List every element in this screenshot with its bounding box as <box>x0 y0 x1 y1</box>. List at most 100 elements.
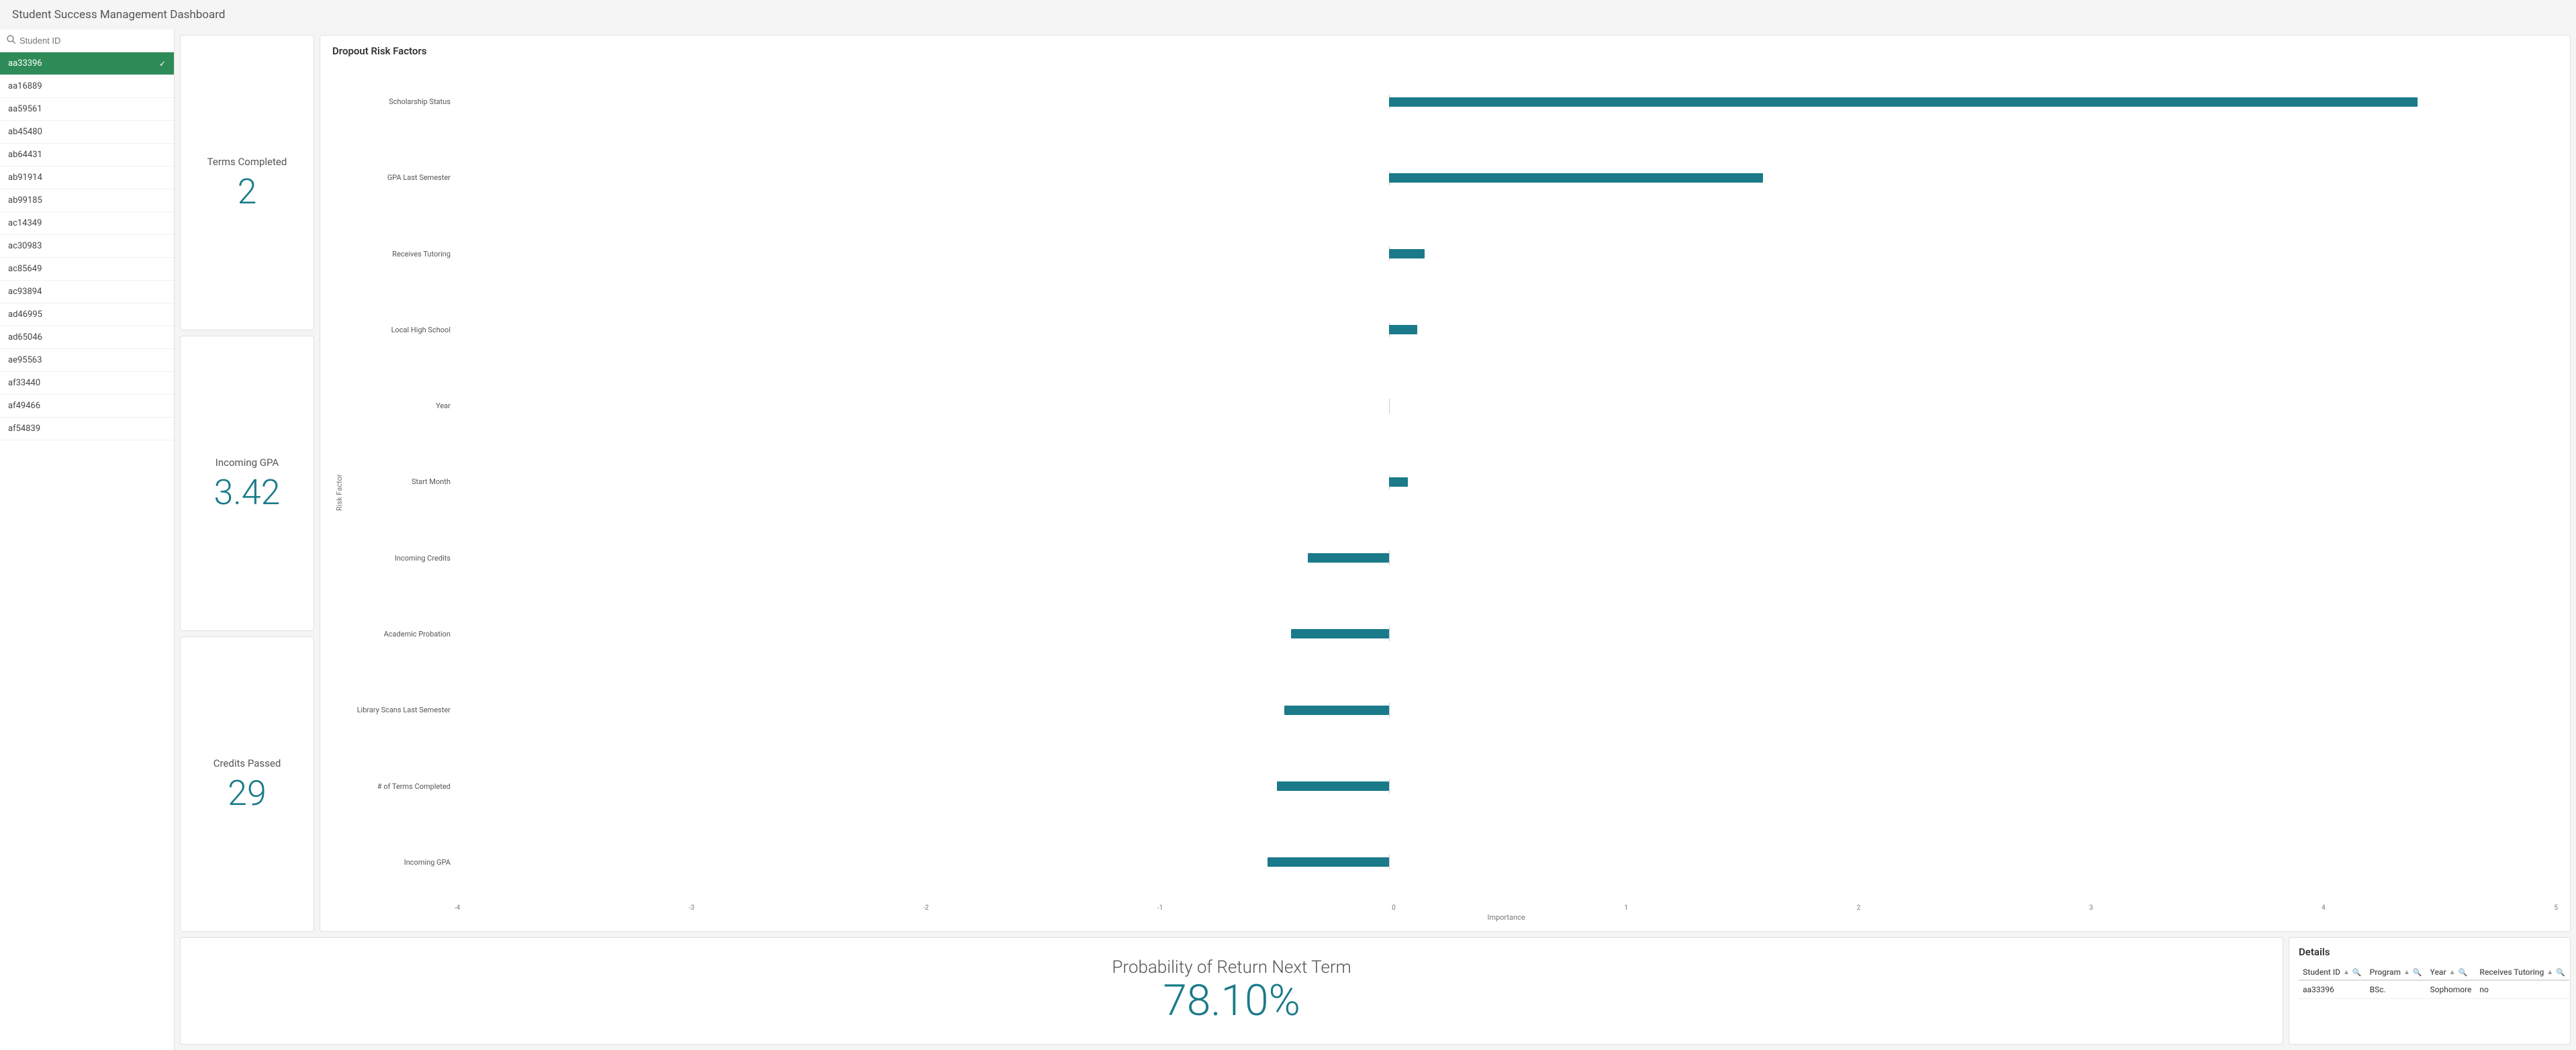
sort-icon[interactable]: ▲ <box>2449 969 2456 976</box>
column-label: Student ID <box>2303 967 2340 977</box>
details-column-header: Receives Tutoring▲🔍 <box>2475 965 2569 980</box>
sidebar-item-ab64431[interactable]: ab64431 <box>0 144 174 166</box>
credits-passed-card: Credits Passed 29 <box>180 636 314 932</box>
bar-track <box>455 703 2558 718</box>
bar-track <box>455 95 2558 109</box>
sidebar-item-af33440[interactable]: af33440 <box>0 372 174 395</box>
sidebar-item-aa16889[interactable]: aa16889 <box>0 75 174 98</box>
student-id-label: af54839 <box>8 424 40 434</box>
sidebar-item-ab45480[interactable]: ab45480 <box>0 121 174 144</box>
bar-row: Academic Probation <box>346 626 2558 641</box>
sort-icon[interactable]: ▲ <box>2403 969 2410 976</box>
terms-completed-value: 2 <box>238 175 257 209</box>
sidebar-item-ac93894[interactable]: ac93894 <box>0 281 174 303</box>
sidebar-item-ae95563[interactable]: ae95563 <box>0 349 174 372</box>
content-area: Terms Completed 2 Incoming GPA 3.42 Cred… <box>175 30 2576 1050</box>
search-th-icon[interactable]: 🔍 <box>2413 968 2422 977</box>
bar-fill <box>1291 629 1389 638</box>
bar-fill <box>1389 97 2418 107</box>
x-axis: -4-3-2-1012345 <box>346 900 2558 912</box>
bar-track <box>455 551 2558 565</box>
search-th-icon[interactable]: 🔍 <box>2556 968 2565 977</box>
sidebar-item-ac30983[interactable]: ac30983 <box>0 235 174 258</box>
bar-fill <box>1277 781 1389 791</box>
sidebar-item-ad46995[interactable]: ad46995 <box>0 303 174 326</box>
incoming-gpa-card: Incoming GPA 3.42 <box>180 336 314 631</box>
bar-fill <box>1389 249 1424 258</box>
sidebar-item-af54839[interactable]: af54839 <box>0 418 174 440</box>
stat-cards: Terms Completed 2 Incoming GPA 3.42 Cred… <box>180 35 314 932</box>
bars-area: Scholarship StatusGPA Last SemesterRecei… <box>346 64 2558 900</box>
details-column-header: Program▲🔍 <box>2366 965 2426 980</box>
table-row: aa33396BSc.Sophomoreno <box>2299 980 2569 999</box>
details-title: Details <box>2299 946 2561 958</box>
sidebar-item-ac85649[interactable]: ac85649 <box>0 258 174 281</box>
bar-label: # of Terms Completed <box>346 782 450 791</box>
dropout-risk-chart-panel: Dropout Risk Factors Risk Factor Scholar… <box>320 35 2571 932</box>
sidebar-item-ad65046[interactable]: ad65046 <box>0 326 174 349</box>
student-id-label: ab99185 <box>8 195 42 205</box>
bar-label: Incoming Credits <box>346 554 450 563</box>
sidebar-item-aa59561[interactable]: aa59561 <box>0 98 174 121</box>
student-id-label: ac30983 <box>8 241 42 251</box>
search-input[interactable] <box>19 36 167 46</box>
student-id-label: ad46995 <box>8 309 42 320</box>
app-title: Student Success Management Dashboard <box>0 0 2576 30</box>
sort-icon[interactable]: ▲ <box>2546 969 2553 976</box>
incoming-gpa-value: 3.42 <box>214 475 281 510</box>
details-table: Student ID▲🔍Program▲🔍Year▲🔍Receives Tuto… <box>2299 965 2569 999</box>
bar-label: Local High School <box>346 326 450 334</box>
credits-passed-value: 29 <box>228 776 267 811</box>
active-check-icon: ✓ <box>159 59 166 68</box>
student-id-label: ab45480 <box>8 127 42 137</box>
bar-label: Academic Probation <box>346 630 450 638</box>
sidebar-item-ab91914[interactable]: ab91914 <box>0 166 174 189</box>
x-tick: -1 <box>1157 904 1163 912</box>
x-tick: 2 <box>1857 904 1861 912</box>
bar-fill <box>1389 173 1763 183</box>
x-tick: 5 <box>2554 904 2558 912</box>
x-tick: 4 <box>2322 904 2326 912</box>
search-th-icon[interactable]: 🔍 <box>2459 968 2468 977</box>
sidebar-item-aa33396[interactable]: aa33396 ✓ <box>0 52 174 75</box>
zero-line <box>1389 399 1390 414</box>
x-tick: 0 <box>1392 904 1396 912</box>
chart-inner: Scholarship StatusGPA Last SemesterRecei… <box>346 64 2558 922</box>
student-id-label: aa33396 <box>8 58 42 68</box>
zero-line <box>1389 551 1390 565</box>
chart-title: Dropout Risk Factors <box>332 45 2558 57</box>
x-tick: 1 <box>1624 904 1628 912</box>
bar-label: Scholarship Status <box>346 97 450 106</box>
bar-row: Library Scans Last Semester <box>346 703 2558 718</box>
sidebar-item-ac14349[interactable]: ac14349 <box>0 212 174 235</box>
probability-card: Probability of Return Next Term 78.10% <box>180 937 2283 1045</box>
bar-label: Incoming GPA <box>346 858 450 867</box>
bar-fill <box>1268 857 1389 867</box>
bar-row: # of Terms Completed <box>346 779 2558 794</box>
sort-icon[interactable]: ▲ <box>2343 969 2350 976</box>
x-tick: 3 <box>2089 904 2093 912</box>
search-th-icon[interactable]: 🔍 <box>2352 968 2362 977</box>
y-axis-label: Risk Factor <box>332 64 346 922</box>
student-id-label: ac14349 <box>8 218 42 228</box>
bar-row: Local High School <box>346 322 2558 337</box>
probability-value: 78.10% <box>1163 977 1300 1024</box>
bar-track <box>455 855 2558 869</box>
bar-fill <box>1308 553 1390 563</box>
sidebar-item-ab99185[interactable]: ab99185 <box>0 189 174 212</box>
search-icon <box>7 35 15 46</box>
bar-fill <box>1389 325 1417 334</box>
incoming-gpa-label: Incoming GPA <box>216 457 279 469</box>
bar-label: Library Scans Last Semester <box>346 706 450 714</box>
x-axis-label: Importance <box>346 913 2558 922</box>
credits-passed-label: Credits Passed <box>213 757 281 769</box>
student-id-label: af49466 <box>8 401 40 411</box>
sidebar-item-af49466[interactable]: af49466 <box>0 395 174 418</box>
bar-label: Receives Tutoring <box>346 250 450 258</box>
bar-track <box>455 626 2558 641</box>
bar-track <box>455 779 2558 794</box>
search-box[interactable] <box>0 30 174 52</box>
table-cell: BSc. <box>2366 980 2426 999</box>
terms-completed-card: Terms Completed 2 <box>180 35 314 330</box>
details-column-header: Student ID▲🔍 <box>2299 965 2366 980</box>
